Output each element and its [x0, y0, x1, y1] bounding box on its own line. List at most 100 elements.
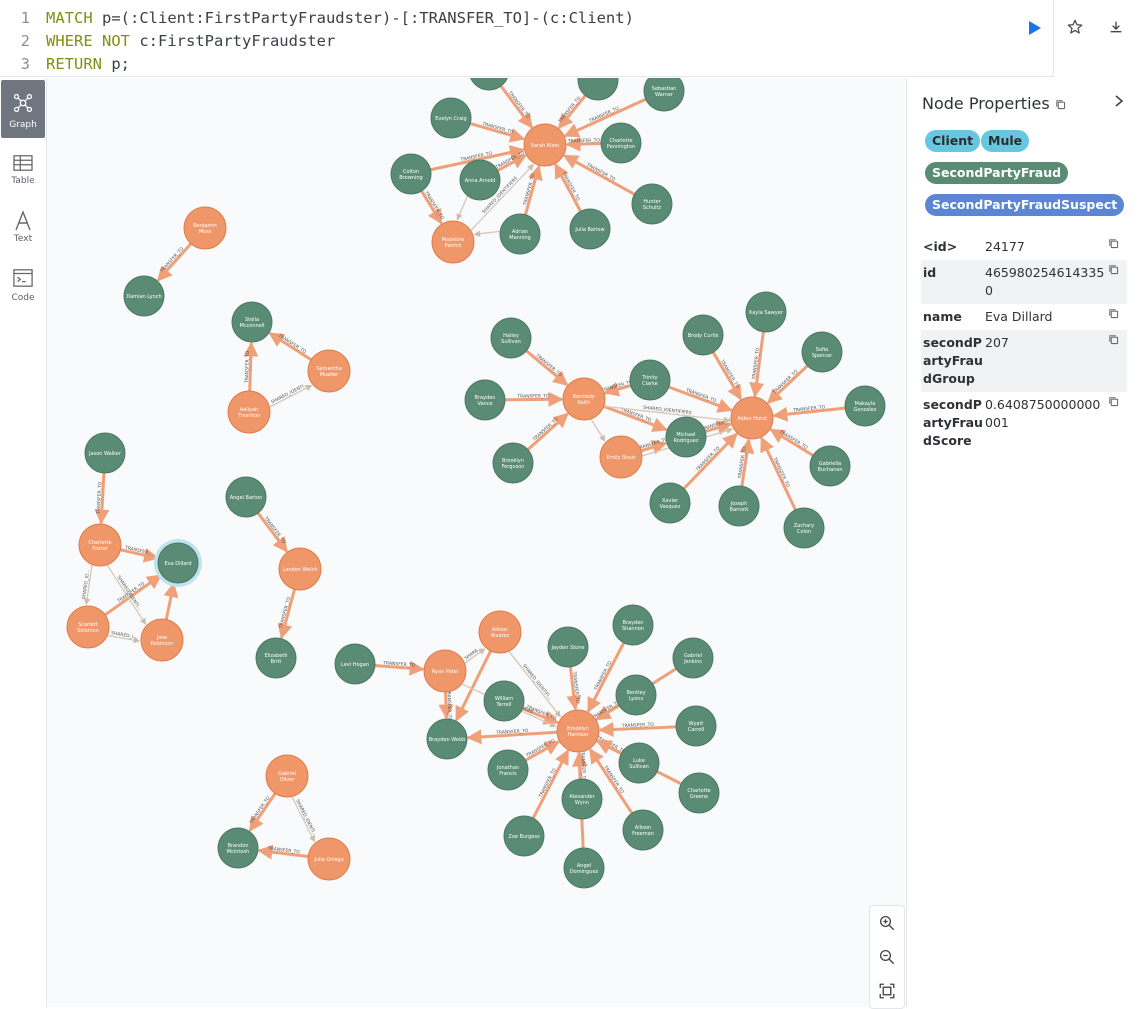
graph-node[interactable]: Kayla Sawyer: [745, 291, 787, 333]
graph-node[interactable]: Eva Dillard: [154, 539, 202, 587]
label-chip-mule[interactable]: Mule: [981, 130, 1030, 152]
graph-node[interactable]: Sarah Klein: [523, 123, 567, 167]
graph-node[interactable]: Emily Stout: [599, 435, 643, 479]
graph-node[interactable]: Damian Lynch: [123, 275, 165, 317]
sidebar-item-text[interactable]: Text: [0, 204, 46, 262]
transfer-to-edge[interactable]: [156, 242, 193, 282]
label-chip-client[interactable]: Client: [925, 130, 981, 152]
graph-node[interactable]: Sebastian Warner: [643, 78, 685, 112]
graph-node[interactable]: Angel Dominguez: [563, 847, 605, 889]
download-icon: [1110, 21, 1122, 33]
graph-node[interactable]: Charlotte Greene: [678, 772, 720, 814]
graph-node[interactable]: Zachary Colon: [783, 507, 825, 549]
zoom-controls: [869, 905, 905, 1009]
graph-node[interactable]: Evelyn Craig: [430, 97, 472, 139]
graph-node[interactable]: Jonathan Francis: [487, 749, 529, 791]
graph-node[interactable]: Charlotte Foster: [78, 523, 122, 567]
edge-label: TRANSFER_TO: [593, 660, 614, 693]
shared-identifiers-edge[interactable]: [590, 419, 606, 442]
graph-node[interactable]: Brandon Mcintosh: [217, 827, 259, 869]
graph-node[interactable]: Stella Mcconnell: [231, 301, 273, 343]
graph-node[interactable]: Elizabeth Britt: [255, 637, 297, 679]
graph-node[interactable]: Alexander Wynn: [561, 778, 603, 820]
graph-node[interactable]: Brooklyn Ferguson: [492, 442, 534, 484]
graph-icon: [13, 93, 33, 113]
sidebar-item-table[interactable]: Table: [0, 146, 46, 204]
graph-node[interactable]: Levi Hogan: [334, 643, 376, 685]
graph-node[interactable]: Zoe Burgess: [503, 815, 545, 857]
graph-node[interactable]: Joseph Barnett: [718, 485, 760, 527]
graph-canvas[interactable]: TRANSFER_TO TRANSFER_TO TRANSFER_TO TRANSFE…: [47, 78, 906, 1007]
graph-node[interactable]: Julia Barlow: [569, 208, 611, 250]
graph-node[interactable]: Bentley Lyons: [615, 674, 657, 716]
graph-node[interactable]: Aiden Hurst: [730, 396, 774, 440]
graph-node[interactable]: Hunter Schultz: [631, 183, 673, 225]
graph-node[interactable]: Sofia Spencer: [801, 331, 843, 373]
fit-to-screen-button[interactable]: [870, 974, 904, 1008]
shared-identifiers-edge[interactable]: [456, 196, 469, 221]
code-line-2[interactable]: 2 WHERE NOT c:FirstPartyFraudster: [0, 30, 336, 53]
node-label: Julia Ortega: [313, 857, 343, 863]
graph-node[interactable]: Charlotte Pennington: [600, 122, 642, 164]
label-chip-second-party-fraud[interactable]: SecondPartyFraud: [925, 162, 1069, 184]
graph-node[interactable]: Madeline Patrick: [431, 220, 475, 264]
shared-identifiers-edge[interactable]: [473, 230, 500, 237]
graph-node[interactable]: Jason Walker: [84, 432, 126, 474]
graph-node[interactable]: Samantha Mueller: [307, 349, 351, 393]
graph-node[interactable]: Aaliyah Thornton: [227, 390, 271, 434]
copy-icon[interactable]: [1108, 308, 1119, 319]
graph-node[interactable]: Allison Alvarez: [478, 610, 522, 654]
graph-node[interactable]: Kennedy Keith: [562, 377, 606, 421]
sidebar-item-graph[interactable]: Graph: [1, 80, 45, 138]
label-chip-second-party-fraud-suspect[interactable]: SecondPartyFraudSuspect: [925, 194, 1125, 216]
graph-node[interactable]: Landon Welch: [278, 547, 322, 591]
query-editor[interactable]: 1 MATCH p=(:Client:FirstPartyFraudster)-[…: [0, 0, 1054, 77]
graph-node[interactable]: Jose Robinson: [140, 618, 184, 662]
run-query-button[interactable]: [1022, 16, 1046, 40]
node-label: Scarlett Solomon: [77, 622, 99, 634]
sidebar-label: Code: [11, 293, 35, 303]
zoom-out-button[interactable]: [870, 940, 904, 974]
graph-node[interactable]: Wyatt Carroll: [675, 705, 717, 747]
copy-icon[interactable]: [1108, 334, 1119, 345]
graph-node[interactable]: Brayden Vance: [464, 379, 506, 421]
graph-node[interactable]: Brooklyn Harrison: [556, 709, 600, 753]
graph-node[interactable]: Gabriella Buchanan: [809, 445, 851, 487]
graph-node[interactable]: Hailey Sullivan: [490, 317, 532, 359]
graph-node[interactable]: Julia Ortega: [307, 837, 351, 881]
copy-icon[interactable]: [1055, 99, 1066, 110]
zoom-in-button[interactable]: [870, 906, 904, 940]
code-line-3[interactable]: 3 RETURN p;: [0, 53, 130, 76]
copy-icon[interactable]: [1108, 238, 1119, 249]
graph-node[interactable]: Gabriel Oliver: [265, 754, 309, 798]
graph-node[interactable]: William Terrell: [483, 680, 525, 722]
graph-node[interactable]: Colton Browning: [390, 153, 432, 195]
graph-node[interactable]: Gabriel Jenkins: [672, 637, 714, 679]
graph-node[interactable]: Scarlett Solomon: [66, 605, 110, 649]
code-line-1[interactable]: 1 MATCH p=(:Client:FirstPartyFraudster)-[…: [0, 7, 634, 30]
collapse-panel-button[interactable]: [1113, 92, 1125, 113]
graph-node[interactable]: Makayla Gonzalez: [844, 385, 886, 427]
transfer-to-edge[interactable]: [163, 582, 179, 620]
copy-icon[interactable]: [1108, 396, 1119, 407]
graph-visualization[interactable]: TRANSFER_TOTRANSFER_TO TRANSFER_TOTRANSFE…: [47, 78, 906, 1007]
graph-node[interactable]: Jayden Stone: [547, 626, 589, 668]
graph-node[interactable]: Anna Arnold: [459, 159, 501, 201]
graph-node[interactable]: Adrian Manning: [499, 213, 541, 255]
graph-node[interactable]: Michael Rodriguez: [665, 416, 707, 458]
sidebar-item-code[interactable]: Code: [0, 264, 46, 322]
graph-node[interactable]: Ryan Patel: [423, 649, 467, 693]
graph-node[interactable]: Luke Sullivan: [618, 742, 660, 784]
graph-node[interactable]: Allison Freeman: [622, 809, 664, 851]
graph-node[interactable]: Trinity Clarke: [629, 359, 671, 401]
graph-node[interactable]: Brody Curtis: [682, 314, 724, 356]
graph-node[interactable]: Brayden Shannon: [612, 604, 654, 646]
graph-node[interactable]: Angel Barton: [225, 476, 267, 518]
graph-node[interactable]: Xavier Vasquez: [649, 482, 691, 524]
copy-icon[interactable]: [1108, 264, 1119, 275]
favorite-button[interactable]: [1064, 16, 1086, 38]
graph-node[interactable]: Benjamin Moss: [183, 206, 227, 250]
download-button[interactable]: [1105, 16, 1127, 38]
transfer-to-edge[interactable]: [268, 332, 313, 361]
graph-node[interactable]: Brayden Webb: [426, 718, 468, 760]
